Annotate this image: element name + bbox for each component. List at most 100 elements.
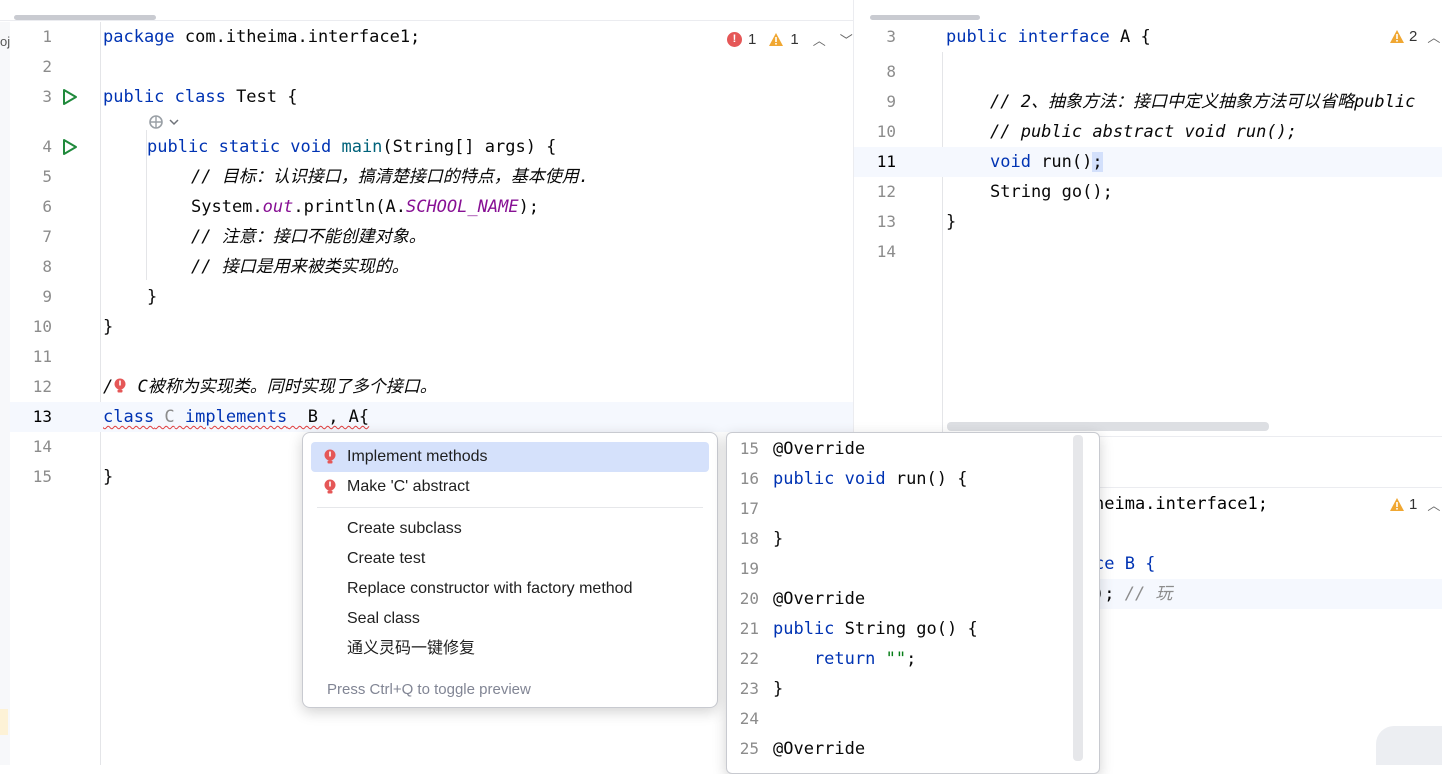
line-number: 8	[42, 257, 52, 276]
code-token: implements	[174, 407, 288, 427]
code-token: );	[518, 197, 540, 217]
code-line[interactable]: 13 }	[854, 207, 1442, 237]
code-comment: // 2、抽象方法：接口中定义抽象方法可以省略public	[990, 92, 1416, 112]
code-line[interactable]: 5 // 目标：认识接口，搞清楚接口的特点，基本使用.	[10, 162, 853, 192]
horizontal-scrollbar[interactable]	[947, 422, 1269, 431]
line-number: 15	[739, 439, 759, 458]
intent-item-implement-methods[interactable]: Implement methods	[311, 442, 709, 472]
chevron-up-icon[interactable]: ︿	[1427, 27, 1440, 46]
code-token: (String[] args) {	[382, 137, 557, 157]
code-token: C	[154, 407, 175, 427]
intent-item-seal-class[interactable]: Seal class	[311, 604, 709, 634]
code-token: public class	[103, 87, 226, 107]
line-number: 5	[42, 167, 52, 186]
code-line[interactable]: 3 public interface A { 2 ︿	[854, 22, 1442, 52]
code-token: main	[331, 137, 383, 157]
intent-item-make-abstract[interactable]: Make 'C' abstract	[311, 472, 709, 502]
warning-icon	[1390, 30, 1404, 43]
tab-strip-scrollbar[interactable]	[870, 15, 980, 20]
code-line[interactable]: 12 / C被称为实现类。同时实现了多个接口。	[10, 372, 853, 402]
preview-scrollbar[interactable]	[1073, 435, 1083, 761]
run-icon[interactable]	[60, 88, 78, 106]
project-label: oj	[0, 34, 11, 49]
code-token: run() {	[885, 469, 968, 489]
code-token: }	[773, 679, 784, 699]
line-number: 9	[886, 92, 896, 111]
intent-item-tongyi-fix[interactable]: 通义灵码一键修复	[311, 634, 709, 664]
code-line[interactable]: 11	[10, 342, 853, 372]
inspection-widget[interactable]: 1 ︿	[1389, 495, 1440, 514]
line-number: 20	[739, 589, 759, 608]
code-line[interactable]: 9 }	[10, 282, 853, 312]
code-token: System.	[191, 197, 263, 217]
chevron-up-icon[interactable]: ︿	[1427, 495, 1440, 514]
line-number: 4	[42, 137, 52, 156]
code-token: Test {	[225, 87, 298, 107]
code-line-current[interactable]: 11 void run();	[854, 147, 1442, 177]
floating-widget[interactable]	[1376, 726, 1442, 765]
inspection-widget[interactable]: 2 ︿	[1389, 27, 1440, 46]
preview-line: 18 }	[727, 524, 1099, 554]
code-token: }	[103, 317, 114, 337]
code-line[interactable]: 6 System.out.println(A.SCHOOL_NAME);	[10, 192, 853, 222]
code-token: out	[262, 197, 294, 217]
code-line[interactable]: 10 }	[10, 312, 853, 342]
code-token: String go();	[990, 182, 1113, 202]
run-icon[interactable]	[60, 138, 78, 156]
line-number: 13	[32, 407, 52, 426]
right-editor[interactable]: 3 public interface A { 2 ︿ 8 9 // 2、抽象方法…	[853, 0, 1442, 435]
code-token: .println(A.	[293, 197, 406, 217]
line-number: 14	[876, 242, 896, 261]
line-number: 24	[739, 709, 759, 728]
intent-item-replace-constructor[interactable]: Replace constructor with factory method	[311, 574, 709, 604]
line-number: 14	[32, 437, 52, 456]
line-number: 15	[32, 467, 52, 486]
intent-item-create-test[interactable]: Create test	[311, 544, 709, 574]
code-line[interactable]: 7 // 注意：接口不能创建对象。	[10, 222, 853, 252]
code-token: String go() {	[834, 619, 978, 639]
code-line-current[interactable]: 13 class C implements B , A{	[10, 402, 853, 432]
code-line[interactable]: 1 package com.itheima.interface1;	[10, 22, 853, 52]
code-token: heima.interface1;	[1094, 494, 1268, 514]
intent-item-create-subclass[interactable]: Create subclass	[311, 514, 709, 544]
intention-actions-popup[interactable]: Implement methods Make 'C' abstract Crea…	[302, 432, 718, 708]
code-line[interactable]: 4 public static void main(String[] args)…	[10, 132, 853, 162]
code-comment: // public abstract void run();	[990, 122, 1298, 142]
warning-count: 1	[1409, 496, 1418, 513]
code-line[interactable]: 8	[854, 57, 1442, 87]
line-number: 25	[739, 739, 759, 758]
code-comment: // 目标：认识接口，搞清楚接口的特点，基本使用.	[191, 167, 589, 187]
preview-line: 25 @Override	[727, 734, 1099, 764]
code-token: ce B {	[1094, 554, 1156, 574]
preview-line: 16 public void run() {	[727, 464, 1099, 494]
code-token: class	[103, 407, 155, 427]
menu-divider	[317, 507, 703, 508]
code-line[interactable]: 10 // public abstract void run();	[854, 117, 1442, 147]
line-number: 17	[739, 499, 759, 518]
code-comment: // 玩	[1124, 584, 1173, 604]
code-token: ""	[875, 649, 907, 669]
code-comment: // 接口是用来被类实现的。	[191, 257, 409, 277]
code-line[interactable]: 3 public class Test {	[10, 82, 853, 112]
tab-strip-scrollbar[interactable]	[14, 15, 156, 20]
code-line[interactable]: 9 // 2、抽象方法：接口中定义抽象方法可以省略public	[854, 87, 1442, 117]
bulb-error-icon[interactable]	[113, 378, 127, 394]
line-number: 6	[42, 197, 52, 216]
line-number: 3	[42, 87, 52, 106]
intent-item-label: Replace constructor with factory method	[347, 580, 633, 597]
code-line[interactable]: 12 String go();	[854, 177, 1442, 207]
popup-footer-hint: Press Ctrl+Q to toggle preview	[327, 681, 531, 698]
preview-line: 21 public String go() {	[727, 614, 1099, 644]
intent-item-label: Create subclass	[347, 520, 462, 537]
ai-assistant-icon[interactable]	[148, 113, 182, 131]
preview-line: 20 @Override	[727, 584, 1099, 614]
warning-icon	[1390, 498, 1404, 511]
code-line[interactable]: 2	[10, 52, 853, 82]
code-line[interactable]: 8 // 接口是用来被类实现的。	[10, 252, 853, 282]
editor-tab-strip	[0, 0, 853, 21]
code-comment: // 注意：接口不能创建对象。	[191, 227, 426, 247]
preview-line: 17	[727, 494, 1099, 524]
preview-line: 24	[727, 704, 1099, 734]
code-token: }	[147, 287, 158, 307]
code-line[interactable]: 14	[854, 237, 1442, 267]
